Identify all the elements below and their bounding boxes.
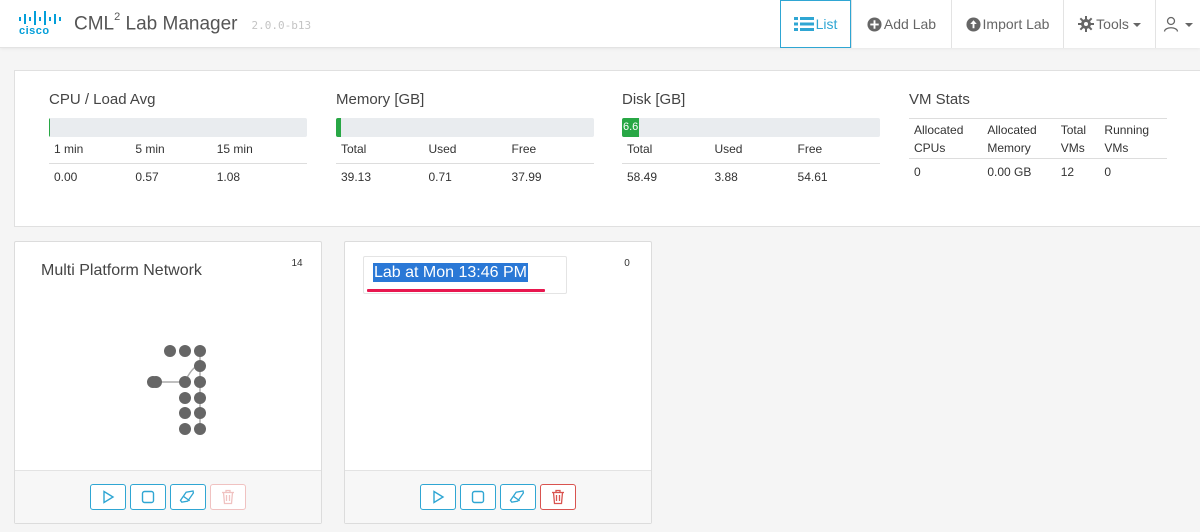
disk-title: Disk [GB] bbox=[622, 91, 686, 108]
list-view-button[interactable]: List bbox=[780, 0, 851, 48]
memory-progress-bar bbox=[336, 118, 594, 137]
gear-icon bbox=[1078, 16, 1095, 32]
table-header: Used bbox=[709, 137, 793, 164]
topology-preview[interactable] bbox=[145, 342, 215, 438]
top-navbar: cisco CML2 Lab Manager 2.0.0-b13 List Ad… bbox=[0, 0, 1200, 48]
table-header: Allocated CPUs bbox=[909, 118, 983, 159]
table-cell: 39.13 bbox=[341, 169, 372, 184]
table-header: 5 min bbox=[130, 137, 212, 164]
lab-title-input-selected[interactable]: Lab at Mon 13:46 PM bbox=[373, 263, 528, 282]
vm-table: Allocated CPUs Allocated Memory Total VMs R… bbox=[909, 118, 1167, 185]
add-lab-button[interactable]: Add Lab bbox=[851, 0, 951, 48]
import-lab-button[interactable]: Import Lab bbox=[951, 0, 1063, 48]
disk-progress-label: 6.6 bbox=[623, 121, 639, 133]
table-header: Total VMs bbox=[1055, 118, 1100, 159]
eraser-icon bbox=[179, 490, 195, 503]
cpu-title: CPU / Load Avg bbox=[49, 91, 156, 108]
disk-table: Total Used Free 58.49 3.88 54.61 bbox=[622, 137, 880, 190]
trash-icon bbox=[552, 489, 564, 505]
table-cell: 54.61 bbox=[797, 169, 828, 184]
annotation-underline bbox=[367, 289, 545, 292]
stop-lab-button[interactable] bbox=[460, 484, 496, 510]
table-cell: 0.00 bbox=[54, 169, 78, 184]
play-icon bbox=[433, 490, 445, 504]
table-cell: 58.49 bbox=[627, 169, 658, 184]
lab-card[interactable]: Multi Platform Network 14 bbox=[14, 241, 322, 524]
table-cell: 0.57 bbox=[135, 169, 159, 184]
app-version: 2.0.0-b13 bbox=[251, 19, 312, 32]
table-cell: 37.99 bbox=[511, 169, 542, 184]
app-title: CML2 Lab Manager bbox=[74, 10, 238, 35]
cpu-stats: CPU / Load Avg 1 min 5 min 15 min 0.00 0.57… bbox=[49, 91, 307, 190]
upload-circle-icon bbox=[966, 16, 981, 32]
plus-circle-icon bbox=[867, 16, 882, 32]
disk-progress-fill: 6.6 bbox=[622, 118, 640, 137]
node-count-badge: 14 bbox=[291, 258, 303, 269]
lab-title[interactable]: Multi Platform Network bbox=[41, 262, 202, 280]
memory-progress-fill bbox=[336, 118, 341, 137]
disk-stats: Disk [GB] 6.6 Total Used Free 58.49 3.88 54.… bbox=[622, 91, 880, 190]
user-menu-dropdown[interactable] bbox=[1155, 0, 1200, 48]
cpu-table: 1 min 5 min 15 min 0.00 0.57 1.08 bbox=[49, 137, 307, 190]
chevron-down-icon bbox=[1185, 23, 1193, 27]
vm-stats: VM Stats Allocated CPUs Allocated Memory T… bbox=[909, 91, 1167, 185]
table-cell: 0.71 bbox=[428, 169, 452, 184]
cpu-progress-bar bbox=[49, 118, 307, 137]
stop-icon bbox=[141, 490, 155, 504]
stop-icon bbox=[471, 490, 485, 504]
table-cell: 1.08 bbox=[216, 169, 241, 184]
table-header: Used bbox=[423, 137, 507, 164]
table-cell: 12 bbox=[1060, 165, 1075, 179]
table-header: Free bbox=[792, 137, 880, 164]
table-header: 15 min bbox=[211, 137, 307, 164]
cisco-bars-icon bbox=[19, 11, 61, 25]
trash-icon bbox=[222, 489, 234, 505]
list-icon bbox=[793, 17, 814, 31]
node-count-badge: 0 bbox=[624, 258, 630, 269]
memory-table: Total Used Free 39.13 0.71 37.99 bbox=[336, 137, 594, 190]
cisco-logo: cisco bbox=[18, 9, 62, 39]
table-cell: 3.88 bbox=[714, 169, 738, 184]
cisco-wordmark: cisco bbox=[19, 25, 50, 37]
delete-lab-button[interactable] bbox=[540, 484, 576, 510]
start-lab-button[interactable] bbox=[90, 484, 126, 510]
table-header: Total bbox=[622, 137, 710, 164]
table-header: Allocated Memory bbox=[982, 118, 1056, 159]
table-cell: 0 bbox=[914, 165, 921, 179]
lab-actions bbox=[345, 470, 651, 523]
user-icon bbox=[1163, 16, 1179, 32]
brand[interactable]: cisco CML2 Lab Manager 2.0.0-b13 bbox=[18, 9, 311, 39]
table-cell: 0.00 GB bbox=[987, 165, 1032, 179]
cpu-progress-fill bbox=[49, 118, 51, 137]
play-icon bbox=[103, 490, 115, 504]
delete-lab-button[interactable] bbox=[210, 484, 246, 510]
table-header: Total bbox=[336, 137, 424, 164]
vm-title: VM Stats bbox=[909, 91, 970, 108]
table-header: Running VMs bbox=[1099, 118, 1167, 159]
table-cell: 0 bbox=[1104, 165, 1112, 179]
wipe-lab-button[interactable] bbox=[170, 484, 206, 510]
lab-actions bbox=[15, 470, 321, 523]
stop-lab-button[interactable] bbox=[130, 484, 166, 510]
eraser-icon bbox=[509, 490, 525, 503]
system-stats-panel: CPU / Load Avg 1 min 5 min 15 min 0.00 0.57… bbox=[14, 70, 1200, 227]
lab-card[interactable]: Lab at Mon 13:46 PM 0 bbox=[344, 241, 652, 524]
chevron-down-icon bbox=[1132, 23, 1141, 27]
memory-stats: Memory [GB] Total Used Free 39.13 0.71 37.99 bbox=[336, 91, 594, 190]
table-header: Free bbox=[506, 137, 594, 164]
wipe-lab-button[interactable] bbox=[500, 484, 536, 510]
memory-title: Memory [GB] bbox=[336, 91, 425, 108]
tools-dropdown[interactable]: Tools bbox=[1063, 0, 1155, 48]
disk-progress-bar: 6.6 bbox=[622, 118, 880, 137]
start-lab-button[interactable] bbox=[420, 484, 456, 510]
table-header: 1 min bbox=[49, 137, 131, 164]
